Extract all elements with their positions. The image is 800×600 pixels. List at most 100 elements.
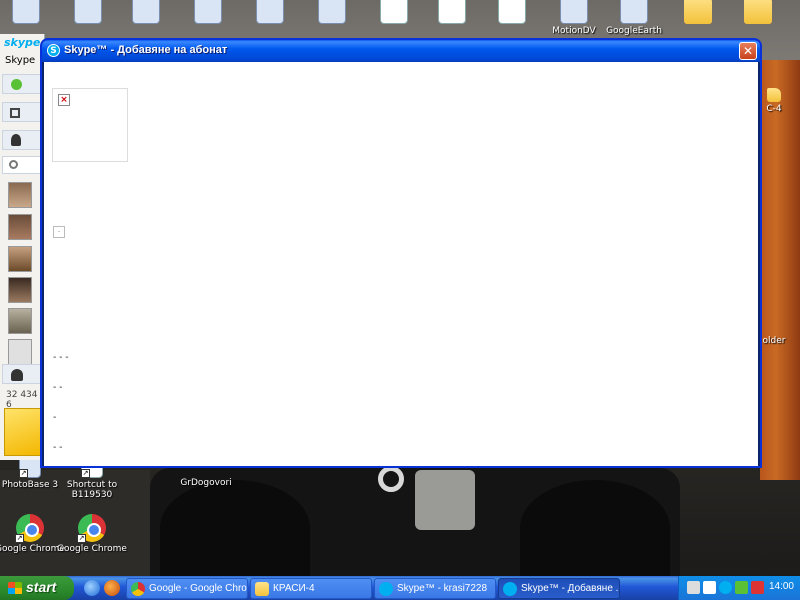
wallpaper-winch (415, 470, 475, 530)
skype-icon (503, 582, 517, 596)
antivirus-icon[interactable] (751, 581, 764, 594)
close-button[interactable]: ✕ (739, 42, 757, 60)
top-icon-googleearth[interactable]: GoogleEarth (604, 0, 664, 36)
security-icon[interactable] (735, 581, 748, 594)
dialog-text-line-3: - (53, 412, 57, 423)
windows-logo-icon (8, 582, 22, 594)
contact-avatar[interactable] (8, 308, 32, 334)
top-icon-motiondv[interactable]: MotionDV (544, 0, 604, 36)
wallpaper-orange-panel (760, 60, 800, 480)
top-icon-excel[interactable] (364, 0, 424, 26)
shortcut-b119530-label: Shortcut to B119530 (66, 480, 118, 500)
generic-icon (74, 0, 102, 24)
desktop-right-label-1: C-4 (766, 104, 782, 114)
add-contact-icon (11, 369, 23, 381)
dialog-text-line-4: - - (53, 442, 63, 453)
top-icon-avira[interactable] (178, 0, 238, 26)
top-icon-word-1[interactable] (422, 0, 482, 26)
dialog-titlebar[interactable]: S Skype™ - Добавяне на абонат ✕ (42, 40, 760, 62)
home-grid-icon (10, 108, 20, 118)
desktop-right-label-2: older (762, 336, 786, 346)
skype-tray-icon[interactable] (719, 581, 732, 594)
chrome-icon: ↗ (15, 514, 44, 543)
top-icon-firefox[interactable] (116, 0, 176, 26)
taskbar-item-chrome[interactable]: Google - Google Chrome (126, 578, 248, 599)
generic-icon (132, 0, 160, 24)
google-chrome-label-2: Google Chrome (57, 544, 127, 554)
generic-icon (318, 0, 346, 24)
top-icon-2[interactable] (58, 0, 118, 26)
top-icon-notepad[interactable] (302, 0, 362, 26)
help-icon[interactable] (703, 581, 716, 594)
doc-icon (380, 0, 408, 24)
online-count: 32 434 6 (6, 390, 38, 410)
image-placeholder-frame: × (52, 88, 128, 162)
contact-avatar[interactable] (8, 277, 32, 303)
chrome-icon: ↗ (77, 514, 106, 543)
taskbar-item-skype-main[interactable]: Skype™ - krasi7228 (374, 578, 496, 599)
skype-menu[interactable]: Skype (5, 55, 35, 66)
doc-icon (498, 0, 526, 24)
chrome-icon (131, 582, 145, 596)
top-icon-app[interactable] (240, 0, 300, 26)
generic-icon (620, 0, 648, 24)
folder-icon (744, 0, 772, 24)
doc-icon (438, 0, 466, 24)
desktop-icon-label: GoogleEarth (606, 26, 662, 36)
network-icon[interactable] (687, 581, 700, 594)
generic-icon (12, 0, 40, 24)
search-icon (9, 160, 18, 169)
skype-main-window[interactable]: skype Skype 32 434 6 (0, 34, 45, 460)
add-contact-row[interactable] (2, 364, 43, 384)
skype-status-row[interactable] (2, 74, 43, 94)
taskbar-item-skype-dialog[interactable]: Skype™ - Добавяне ... (498, 578, 620, 599)
taskbar: start Google - Google Chrome КРАСИ-4 Sky… (0, 576, 800, 600)
top-icon-folder-2[interactable] (728, 0, 788, 26)
taskbar-item-label: КРАСИ-4 (273, 583, 315, 594)
dialog-title: Skype™ - Добавяне на абонат (64, 44, 228, 56)
generic-icon (560, 0, 588, 24)
top-icon-1[interactable] (0, 0, 56, 26)
wallpaper-tire-left (160, 480, 310, 576)
grdogovori-desktop-icon[interactable]: GrDogovori (170, 468, 242, 488)
contacts-icon (11, 134, 21, 146)
grdogovori-label: GrDogovori (180, 478, 232, 488)
clock[interactable]: 14:00 (769, 581, 794, 592)
contact-search-input[interactable] (2, 156, 43, 174)
top-icon-word-2[interactable] (482, 0, 542, 26)
skype-home-row[interactable] (2, 102, 43, 122)
wallpaper-tire-right (520, 480, 670, 576)
start-label: start (26, 579, 57, 595)
wallpaper-hook (378, 466, 404, 492)
dialog-text-line-2: - - (53, 382, 63, 393)
folder-icon (255, 582, 269, 596)
skype-icon: S (47, 44, 60, 57)
taskbar-item-label: Google - Google Chrome (149, 583, 247, 594)
contact-avatar[interactable] (8, 182, 32, 208)
skype-logo: skype (4, 36, 41, 49)
photobase-label: PhotoBase 3 (1, 480, 59, 490)
contact-avatar[interactable] (8, 214, 32, 240)
generic-icon (256, 0, 284, 24)
add-contact-dialog[interactable]: S Skype™ - Добавяне на абонат ✕ × · - - … (40, 38, 762, 468)
firefox-icon[interactable] (104, 580, 120, 596)
top-icon-folder-1[interactable] (668, 0, 728, 26)
dialog-content: × · - - - - - - - - (44, 62, 758, 466)
taskbar-item-label: Skype™ - krasi7228 (397, 583, 488, 594)
status-online-icon (11, 79, 22, 90)
taskbar-item-label: Skype™ - Добавяне ... (521, 583, 620, 594)
broken-image-icon: × (58, 94, 70, 106)
taskbar-item-folder[interactable]: КРАСИ-4 (250, 578, 372, 599)
start-button[interactable]: start (0, 576, 74, 600)
desktop-icon-label: MotionDV (552, 26, 596, 36)
skype-icon (379, 582, 393, 596)
skype-promo-banner[interactable] (4, 408, 42, 456)
show-desktop-icon[interactable] (84, 580, 100, 596)
generic-icon (194, 0, 222, 24)
system-tray: 14:00 (678, 576, 800, 600)
folder-icon (684, 0, 712, 24)
contact-avatar[interactable] (8, 246, 32, 272)
skype-contacts-row[interactable] (2, 130, 43, 150)
contact-avatar-default[interactable] (8, 339, 32, 365)
google-chrome-desktop-icon-2[interactable]: ↗ Google Chrome (56, 514, 128, 554)
